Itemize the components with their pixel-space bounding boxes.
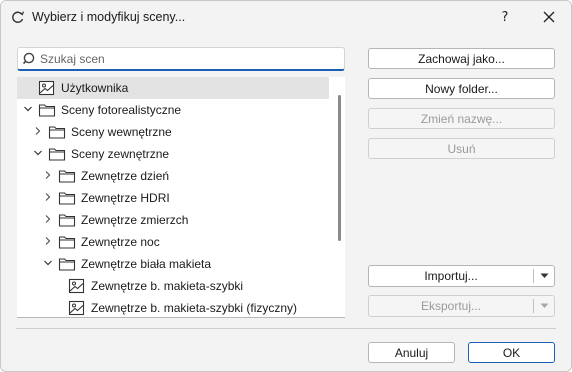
chevron-right-icon[interactable] xyxy=(42,235,54,247)
tree-item-sceny-wewnetrzne[interactable]: Sceny wewnętrzne xyxy=(17,121,329,143)
caret-down-icon xyxy=(540,303,548,308)
chevron-down-icon[interactable] xyxy=(32,147,44,159)
folder-icon xyxy=(58,170,76,183)
title-bar[interactable]: Wybierz i modyfikuj sceny... ? xyxy=(1,1,571,35)
tree-item-label: Zewnętrze biała makieta xyxy=(81,257,212,271)
tree-item-makieta-szybki-fizyczny[interactable]: Zewnętrze b. makieta-szybki (fizyczny) xyxy=(17,297,329,317)
folder-icon xyxy=(48,148,66,161)
folder-icon xyxy=(48,126,66,139)
ok-button[interactable]: OK xyxy=(468,342,555,363)
tree-item-zewnetrze-dzien[interactable]: Zewnętrze dzień xyxy=(17,165,329,187)
chevron-right-icon[interactable] xyxy=(42,213,54,225)
chevron-right-icon[interactable] xyxy=(32,125,44,137)
chevron-down-icon[interactable] xyxy=(22,103,34,115)
scene-image-icon xyxy=(68,278,85,294)
chevron-right-icon[interactable] xyxy=(42,191,54,203)
help-button[interactable]: ? xyxy=(485,2,525,32)
tree-item-label: Sceny fotorealistyczne xyxy=(61,103,182,117)
close-button[interactable] xyxy=(529,2,569,32)
search-input[interactable] xyxy=(40,50,340,68)
folder-icon xyxy=(58,214,76,227)
caret-down-icon xyxy=(540,273,548,278)
tree-item-makieta-szybki[interactable]: Zewnętrze b. makieta-szybki xyxy=(17,275,329,297)
tree-item-label: Zewnętrze b. makieta-szybki xyxy=(91,279,244,293)
tree-item-label: Sceny zewnętrzne xyxy=(71,147,170,161)
window-title: Wybierz i modyfikuj sceny... xyxy=(32,10,186,24)
scene-tree[interactable]: Użytkownika Sceny fotorealistyczne Sceny… xyxy=(17,77,345,317)
scene-image-icon xyxy=(68,300,85,316)
save-as-button[interactable]: Zachowaj jako... xyxy=(368,48,555,69)
search-box[interactable] xyxy=(17,47,345,71)
tree-border xyxy=(17,317,345,318)
tree-item-label: Użytkownika xyxy=(61,81,129,95)
app-refresh-icon xyxy=(12,11,25,23)
tree-item-label: Sceny wewnętrzne xyxy=(71,125,172,139)
tree-item-zewnetrze-zmierzch[interactable]: Zewnętrze zmierzch xyxy=(17,209,329,231)
tree-item-zewnetrze-hdri[interactable]: Zewnętrze HDRI xyxy=(17,187,329,209)
tree-item-label: Zewnętrze zmierzch xyxy=(81,213,189,227)
search-icon xyxy=(22,52,35,65)
import-split-button[interactable]: Importuj... xyxy=(368,265,555,287)
close-icon xyxy=(543,11,555,23)
import-button[interactable]: Importuj... xyxy=(369,266,533,286)
tree-item-sceny-fotorealistyczne[interactable]: Sceny fotorealistyczne xyxy=(17,99,329,121)
tree-item-label: Zewnętrze noc xyxy=(81,235,160,249)
chevron-down-icon[interactable] xyxy=(42,257,54,269)
scene-image-icon xyxy=(38,80,55,96)
tree-item-zewnetrze-biala-makieta[interactable]: Zewnętrze biała makieta xyxy=(17,253,329,275)
folder-icon xyxy=(58,236,76,249)
export-button[interactable]: Eksportuj... xyxy=(369,296,533,316)
rename-button[interactable]: Zmień nazwę... xyxy=(368,108,555,129)
footer-divider xyxy=(16,328,556,329)
new-folder-button[interactable]: Nowy folder... xyxy=(368,78,555,99)
tree-item-label: Zewnętrze HDRI xyxy=(81,191,170,205)
folder-icon xyxy=(58,192,76,205)
export-split-button[interactable]: Eksportuj... xyxy=(368,295,555,317)
tree-item-label: Zewnętrze b. makieta-szybki (fizyczny) xyxy=(91,301,298,315)
export-dropdown[interactable] xyxy=(534,296,554,316)
chevron-right-icon[interactable] xyxy=(42,169,54,181)
cancel-button[interactable]: Anuluj xyxy=(368,342,455,363)
tree-item-zewnetrze-noc[interactable]: Zewnętrze noc xyxy=(17,231,329,253)
tree-item-uzytkownika[interactable]: Użytkownika xyxy=(17,77,329,99)
folder-icon xyxy=(38,104,56,117)
tree-scrollbar[interactable] xyxy=(338,95,341,241)
folder-icon xyxy=(58,258,76,271)
delete-button[interactable]: Usuń xyxy=(368,138,555,159)
tree-item-sceny-zewnetrzne[interactable]: Sceny zewnętrzne xyxy=(17,143,329,165)
scene-dialog: Wybierz i modyfikuj sceny... ? Użytkowni… xyxy=(0,0,572,372)
tree-item-label: Zewnętrze dzień xyxy=(81,169,170,183)
import-dropdown[interactable] xyxy=(534,266,554,286)
